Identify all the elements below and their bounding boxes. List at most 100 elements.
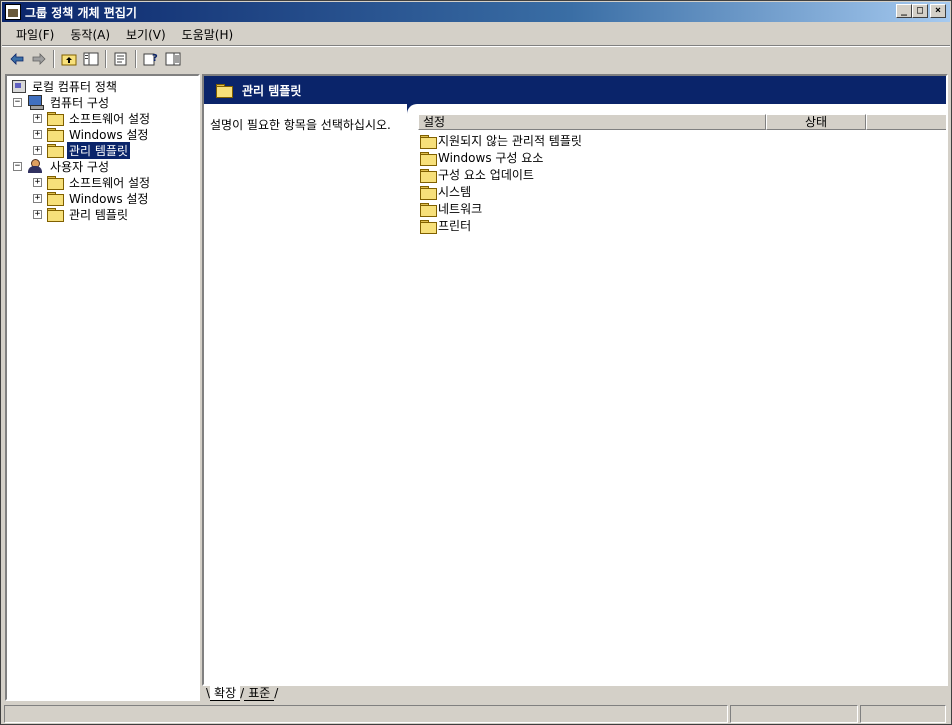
expand-icon[interactable]: + [33,193,42,203]
folder-icon [47,176,64,190]
tree-item-user-config[interactable]: − 사용자 구성 [13,158,111,174]
tree-item-software-settings[interactable]: + 소프트웨어 설정 [33,110,152,126]
list-item-label: 구성 요소 업데이트 [438,168,534,182]
show-hide-tree-button[interactable] [80,49,102,69]
folder-icon [420,134,437,149]
folder-icon [47,208,64,222]
list-item-label: 네트워크 [438,202,483,216]
tree-item-label: Windows 설정 [69,191,149,206]
show-hide-tree-icon [83,52,99,66]
maximize-button[interactable]: □ [912,4,928,18]
banner-curve [407,104,423,114]
minimize-button[interactable]: _ [896,4,912,18]
folder-icon [420,219,437,234]
menu-file[interactable]: 파일(F) [8,24,62,45]
list-header: 설정 상태 [418,114,946,130]
folder-icon [216,84,233,98]
tree-item-label: 관리 템플릿 [67,141,131,159]
properties-icon [165,52,181,66]
open-folder-icon [47,144,64,158]
up-folder-icon [61,54,77,66]
details-pane: 관리 템플릿 설명이 필요한 항목을 선택하십시오. 설정 상태 지원되지 않는… [202,74,948,686]
list-item[interactable]: 시스템 [420,183,946,200]
settings-list[interactable]: 지원되지 않는 관리적 템플릿 Windows 구성 요소 구성 요소 업데이트… [420,132,946,234]
column-header-setting[interactable]: 설정 [418,114,766,130]
title-bar[interactable]: 그룹 정책 개체 편집기 _ □ × [2,2,950,22]
expand-icon[interactable]: + [33,209,42,219]
view-tabs: \ 확장 / 표준 / [202,686,948,702]
menu-action[interactable]: 동작(A) [62,24,118,45]
expand-icon[interactable]: + [33,145,42,155]
tree-item-admin-templates[interactable]: + 관리 템플릿 [33,206,130,222]
forward-arrow-icon [32,53,46,65]
toolbar-separator [105,50,107,68]
list-item-label: Windows 구성 요소 [438,151,544,165]
column-header-state[interactable]: 상태 [766,114,866,130]
window-title: 그룹 정책 개체 편집기 [25,5,137,20]
back-button[interactable] [6,49,28,69]
collapse-icon[interactable]: − [13,161,22,171]
policy-icon [11,79,27,93]
folder-icon [47,128,64,142]
tree-item-label: 소프트웨어 설정 [69,175,151,190]
tree-item-admin-templates[interactable]: + 관리 템플릿 [33,141,131,159]
list-item[interactable]: Windows 구성 요소 [420,149,946,166]
console-tree[interactable]: 로컬 컴퓨터 정책 − 컴퓨터 구성 + 소프트웨어 설정 + Windows … [5,74,200,701]
column-header-empty [866,114,946,130]
menu-help[interactable]: 도움말(H) [174,24,242,45]
close-button[interactable]: × [930,4,946,18]
tab-standard[interactable]: 표준 [244,686,275,701]
list-item-label: 지원되지 않는 관리적 템플릿 [438,134,582,148]
menu-view[interactable]: 보기(V) [118,24,174,45]
tree-item-software-settings[interactable]: + 소프트웨어 설정 [33,174,152,190]
forward-button[interactable] [28,49,50,69]
tree-root-label: 로컬 컴퓨터 정책 [32,79,117,94]
tree-root[interactable]: 로컬 컴퓨터 정책 [11,78,119,94]
description-text: 설명이 필요한 항목을 선택하십시오. [210,118,391,132]
help-button[interactable]: ? [140,49,162,69]
folder-icon [420,202,437,217]
list-item[interactable]: 구성 요소 업데이트 [420,166,946,183]
tree-item-computer-config[interactable]: − 컴퓨터 구성 [13,94,111,110]
export-list-icon [114,52,127,66]
computer-icon [27,95,45,110]
folder-icon [47,192,64,206]
toolbar-separator [53,50,55,68]
properties-button[interactable] [162,49,184,69]
up-level-button[interactable] [58,49,80,69]
tree-item-label: 소프트웨어 설정 [69,111,151,126]
expand-icon[interactable]: + [33,129,42,139]
expand-icon[interactable]: + [33,177,42,187]
list-item[interactable]: 지원되지 않는 관리적 템플릿 [420,132,946,149]
folder-icon [47,112,64,126]
details-banner: 관리 템플릿 [204,76,946,104]
help-icon: ? [143,53,158,66]
list-item[interactable]: 프린터 [420,217,946,234]
status-cell-main [4,705,728,723]
user-icon [27,159,45,173]
tree-item-windows-settings[interactable]: + Windows 설정 [33,190,150,206]
tab-extended[interactable]: 확장 [210,686,241,701]
tab-divider: / [274,686,279,700]
status-cell-3 [860,705,946,723]
banner-shadow [204,104,408,114]
tree-item-label: 컴퓨터 구성 [50,95,110,110]
window-controls: _ □ × [896,4,946,18]
group-policy-app-icon[interactable] [5,4,21,20]
svg-text:?: ? [152,53,158,64]
toolbar-separator [135,50,137,68]
list-item-label: 시스템 [438,185,472,199]
tree-item-windows-settings[interactable]: + Windows 설정 [33,126,150,142]
banner-title: 관리 템플릿 [242,83,302,98]
toolbar: ? [2,47,950,71]
collapse-icon[interactable]: − [13,97,22,107]
list-item[interactable]: 네트워크 [420,200,946,217]
expand-icon[interactable]: + [33,113,42,123]
menu-bar: 파일(F) 동작(A) 보기(V) 도움말(H) [2,23,950,45]
folder-icon [420,185,437,200]
status-cell-2 [730,705,858,723]
tree-item-label: 사용자 구성 [50,159,110,174]
folder-icon [420,151,437,166]
export-list-button[interactable] [110,49,132,69]
list-item-label: 프린터 [438,219,472,233]
